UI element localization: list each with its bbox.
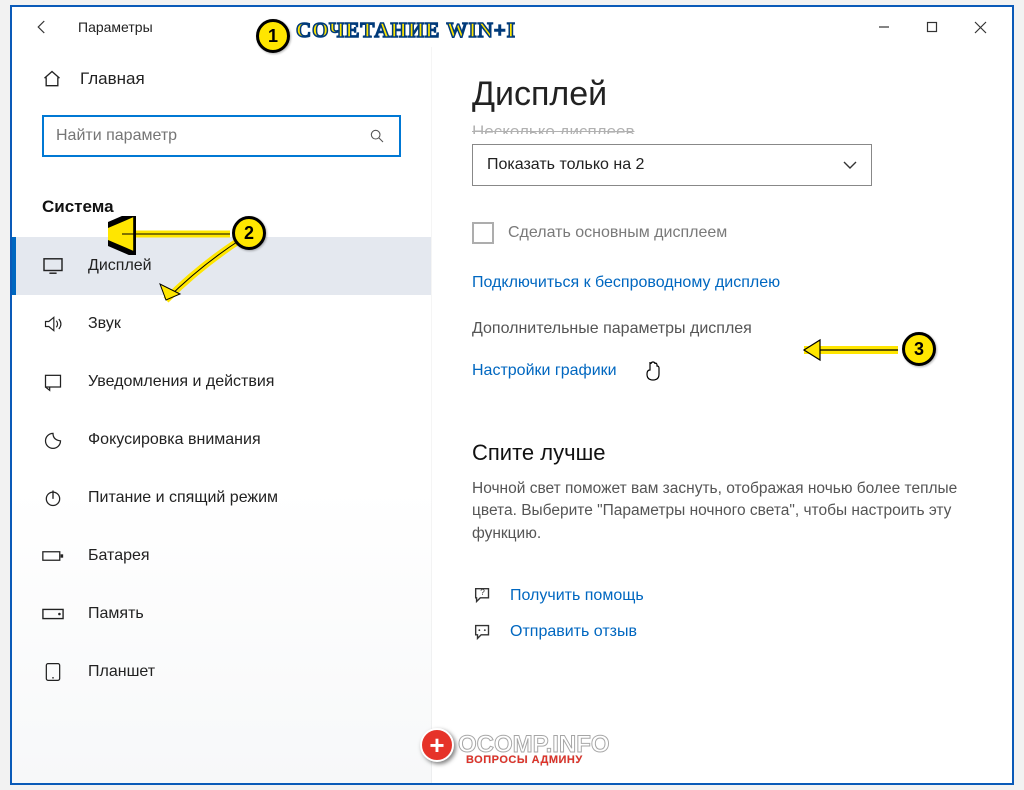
annotation-badge-3: 3 [902,332,936,366]
send-feedback-label: Отправить отзыв [510,623,637,641]
search-field[interactable] [56,127,387,145]
sound-icon [42,314,64,334]
get-help-label: Получить помощь [510,587,644,605]
cursor-icon [644,360,662,382]
home-icon [42,69,62,89]
minimize-button[interactable] [860,9,908,45]
sidebar-item-label: Звук [88,315,121,333]
svg-text:?: ? [480,588,485,597]
sidebar-item-label: Фокусировка внимания [88,431,261,449]
annotation-text: СОЧЕТАНИЕ WIN+I [296,18,516,43]
help-chat-icon: ? [472,585,494,607]
sidebar-item-label: Уведомления и действия [88,373,274,391]
sleep-better-heading: Спите лучше [472,440,972,466]
focus-icon [42,430,64,450]
storage-icon [42,608,64,620]
sidebar-item-focus[interactable]: Фокусировка внимания [12,411,431,469]
sidebar-item-battery[interactable]: Батарея [12,527,431,585]
sidebar: Главная Система Дисплей Звук [12,47,432,783]
sidebar-item-label: Питание и спящий режим [88,489,278,507]
search-icon [369,128,385,144]
feedback-icon [472,621,494,643]
search-input[interactable] [42,115,401,157]
dropdown-value: Показать только на 2 [487,156,644,174]
checkbox-label: Сделать основным дисплеем [508,224,727,242]
page-heading: Дисплей [472,75,972,114]
main-pane: Дисплей Несколько дисплеев Показать толь… [432,47,1012,783]
annotation-badge-1: 1 [256,19,290,53]
home-label: Главная [80,69,145,89]
sidebar-item-notifications[interactable]: Уведомления и действия [12,353,431,411]
close-button[interactable] [956,9,1004,45]
chevron-down-icon [843,160,857,170]
display-icon [42,257,64,275]
back-button[interactable] [26,11,58,43]
notifications-icon [42,372,64,392]
sidebar-item-power[interactable]: Питание и спящий режим [12,469,431,527]
sidebar-item-storage[interactable]: Память [12,585,431,643]
checkbox-box [472,222,494,244]
settings-window: Параметры Главная [10,5,1014,785]
wireless-display-link[interactable]: Подключиться к беспроводному дисплею [472,274,972,292]
section-label-truncated: Несколько дисплеев [472,122,972,134]
sidebar-item-label: Планшет [88,663,155,681]
multiple-displays-dropdown[interactable]: Показать только на 2 [472,144,872,186]
tablet-icon [42,662,64,682]
power-icon [42,488,64,508]
annotation-badge-2: 2 [232,216,266,250]
maximize-button[interactable] [908,9,956,45]
make-main-display-checkbox: Сделать основным дисплеем [472,222,972,244]
sidebar-item-label: Батарея [88,547,150,565]
get-help-link[interactable]: ? Получить помощь [472,585,972,607]
watermark-sub: ВОПРОСЫ АДМИНУ [466,754,583,766]
sleep-better-text: Ночной свет поможет вам заснуть, отображ… [472,478,972,545]
watermark: + OCOMP.INFO ВОПРОСЫ АДМИНУ [420,728,610,762]
battery-icon [42,549,64,563]
sidebar-item-label: Память [88,605,144,623]
home-link[interactable]: Главная [12,57,431,101]
sidebar-item-tablet[interactable]: Планшет [12,643,431,701]
annotation-arrow-3 [788,336,908,366]
window-title: Параметры [78,19,153,35]
send-feedback-link[interactable]: Отправить отзыв [472,621,972,643]
watermark-plus-icon: + [420,728,454,762]
